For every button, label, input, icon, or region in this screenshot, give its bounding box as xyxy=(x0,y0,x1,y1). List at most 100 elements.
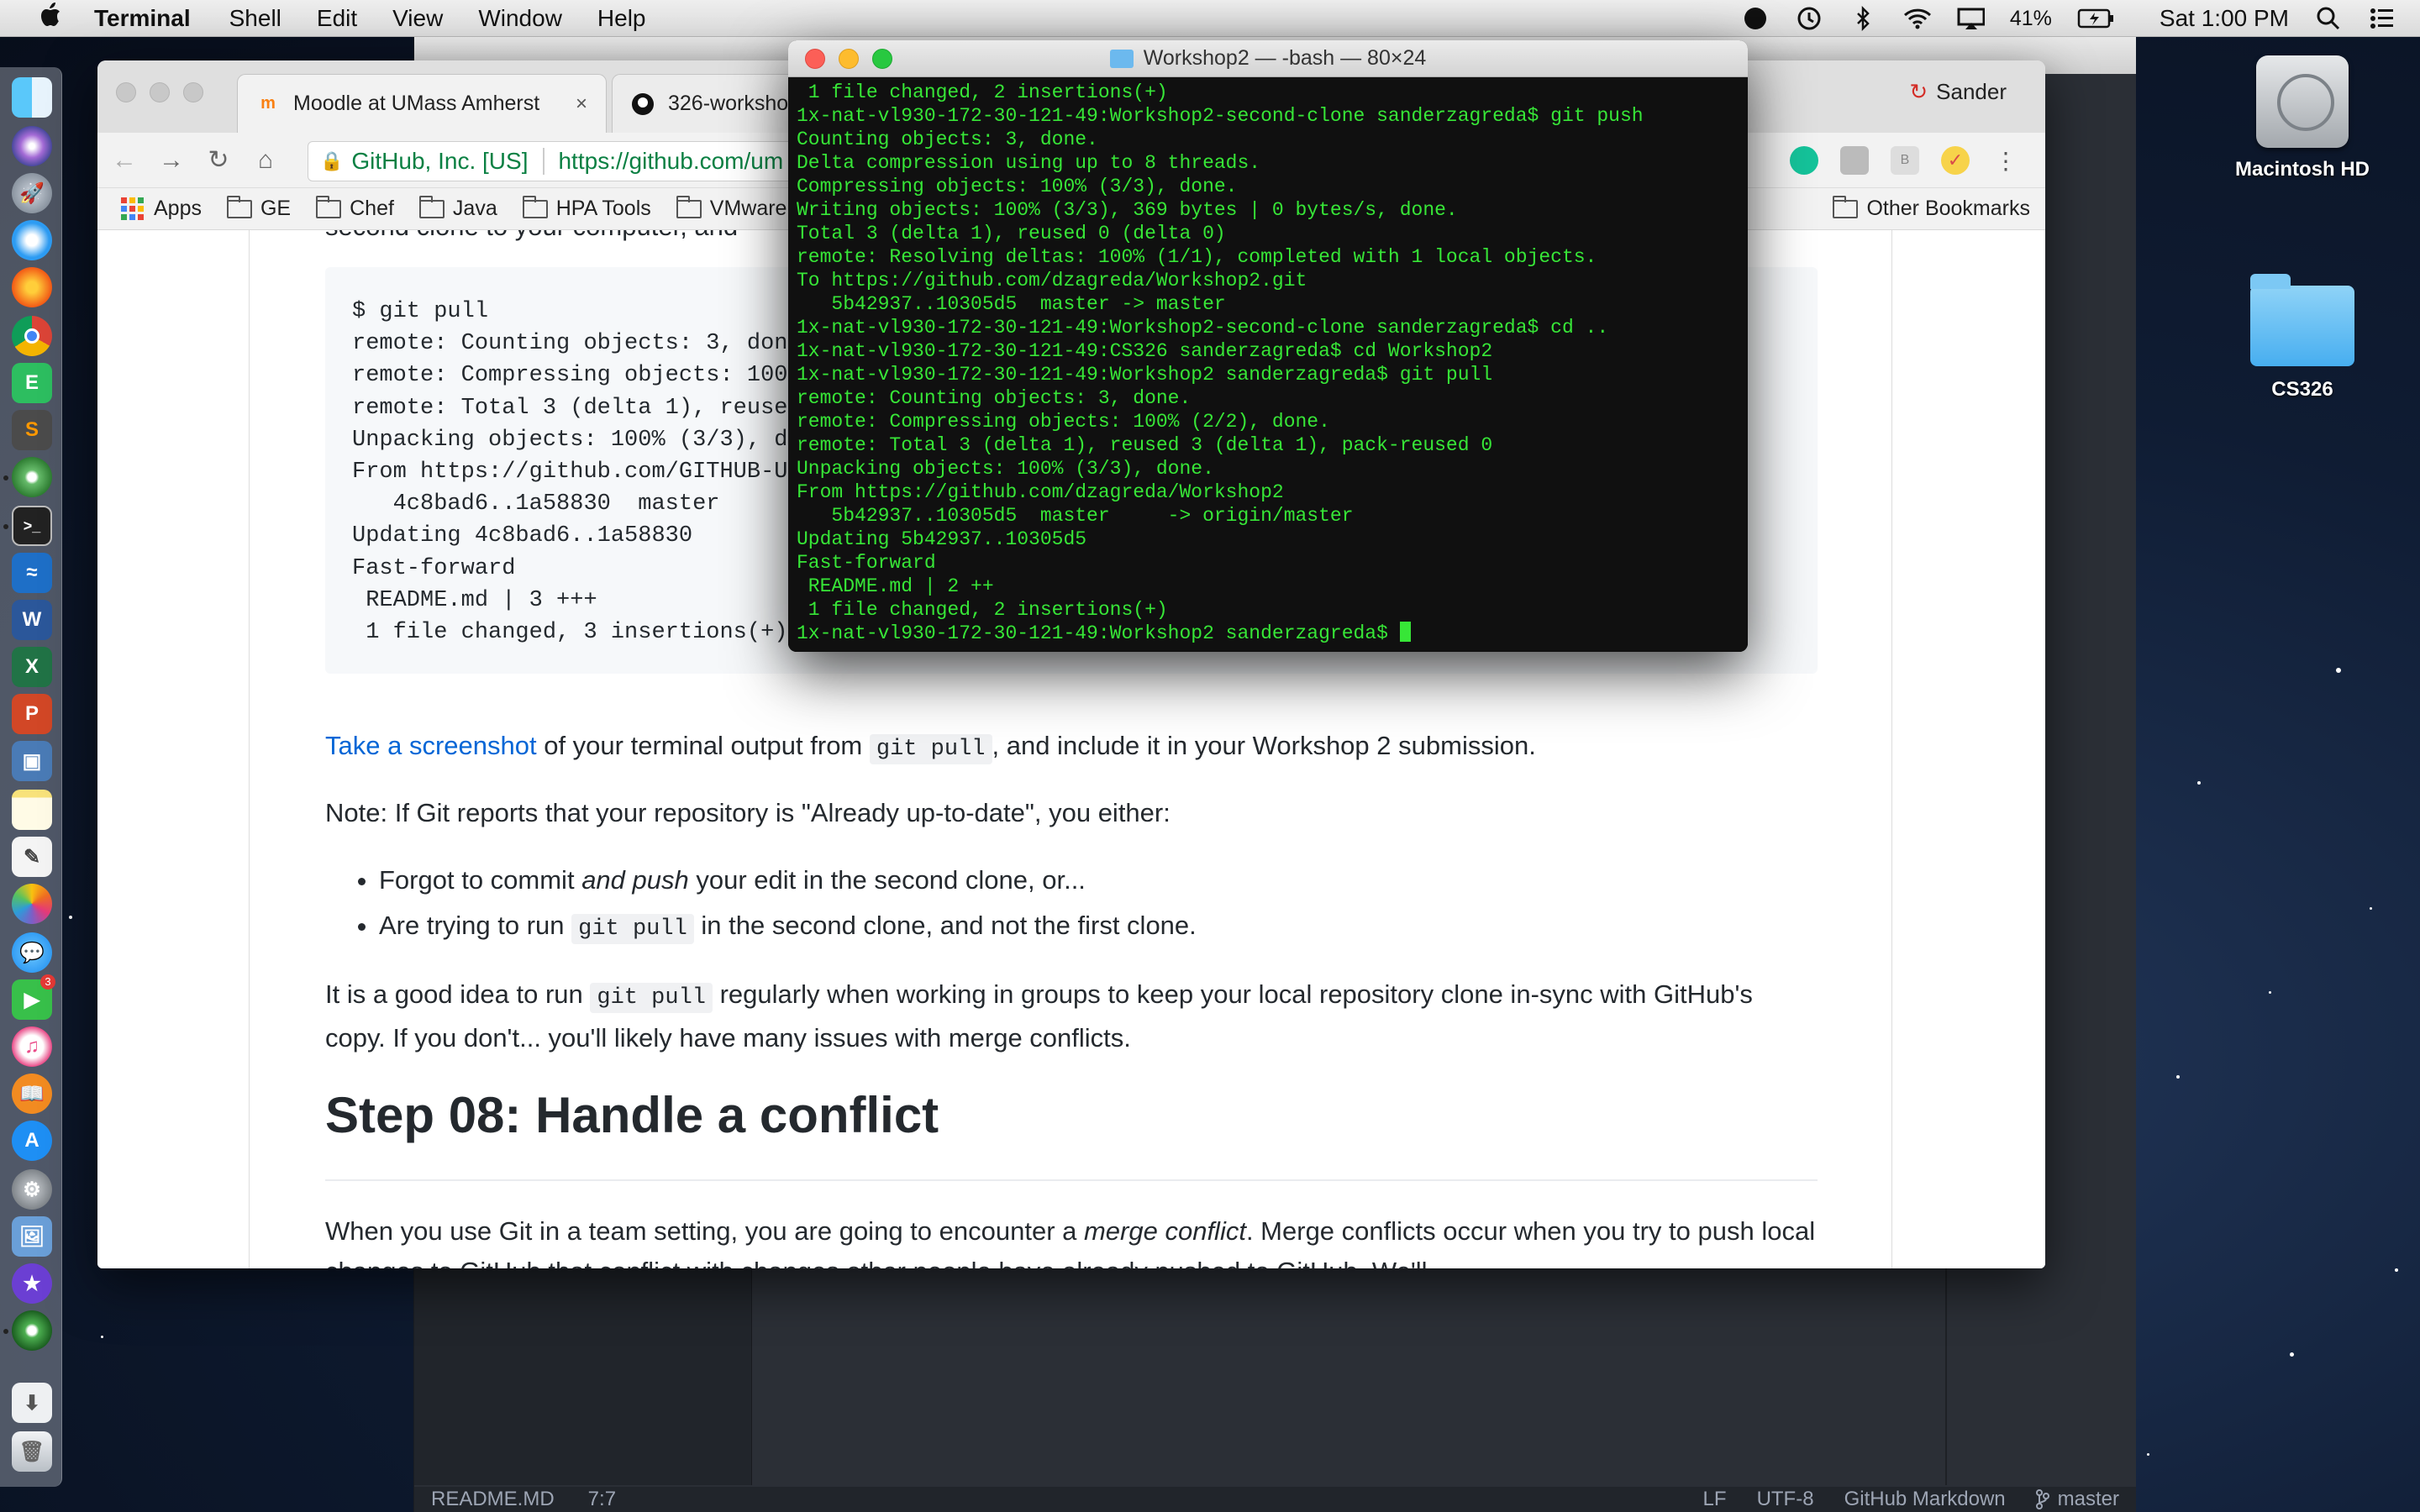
status-branch-name: master xyxy=(2057,1488,2119,1510)
extension-icon[interactable]: B xyxy=(1891,146,1919,175)
bookmark-folder-vmware[interactable]: VMware xyxy=(676,195,786,221)
status-line-ending[interactable]: LF xyxy=(1703,1488,1727,1511)
menu-shell[interactable]: Shell xyxy=(229,5,281,32)
wifi-icon[interactable] xyxy=(1902,6,1931,31)
status-cursor-position[interactable]: 7:7 xyxy=(588,1488,616,1511)
bookmark-label: GE xyxy=(260,197,292,220)
bookmark-apps[interactable]: Apps xyxy=(121,197,202,221)
launchpad-icon[interactable]: 🚀 xyxy=(12,173,52,213)
list-item: Forgot to commit and push your edit in t… xyxy=(379,860,1197,900)
notes-icon[interactable] xyxy=(12,790,52,830)
spotlight-search-icon[interactable] xyxy=(2314,6,2343,31)
safari-icon[interactable] xyxy=(12,220,52,260)
minimize-button[interactable] xyxy=(150,82,170,102)
chrome-menu-icon[interactable]: ⋮ xyxy=(1991,146,2020,175)
itunes-icon[interactable]: ♫ xyxy=(12,1026,52,1067)
running-indicator xyxy=(3,524,8,529)
star xyxy=(2269,991,2271,994)
todoist-icon[interactable]: ✓ xyxy=(1941,146,1970,175)
menu-window[interactable]: Window xyxy=(478,5,562,32)
bookmark-folder-java[interactable]: Java xyxy=(418,195,497,221)
excel-icon[interactable]: X xyxy=(12,647,52,687)
terminal-line: Writing objects: 100% (3/3), 369 bytes |… xyxy=(797,199,1458,221)
take-screenshot-link[interactable]: Take a screenshot xyxy=(325,731,537,760)
menu-clock[interactable]: Sat 1:00 PM xyxy=(2160,5,2289,32)
photos-icon[interactable] xyxy=(12,884,52,924)
airplay-icon[interactable] xyxy=(1956,6,1985,31)
imovie-icon[interactable]: ★ xyxy=(12,1263,52,1304)
folder-icon xyxy=(1109,49,1134,68)
sublime-text-icon[interactable]: S xyxy=(12,410,52,450)
trash-icon[interactable]: 🗑 xyxy=(12,1431,52,1472)
desktop-icon-cs326[interactable]: CS326 xyxy=(2218,269,2386,402)
extension-icon[interactable] xyxy=(1840,146,1869,175)
messages-icon[interactable]: 💬 xyxy=(12,932,52,973)
finder-icon[interactable] xyxy=(12,77,52,118)
home-icon[interactable]: ⌂ xyxy=(242,146,289,175)
terminal-line: 1 file changed, 2 insertions(+) xyxy=(797,81,1168,103)
menu-help[interactable]: Help xyxy=(597,5,646,32)
status-grammar[interactable]: GitHub Markdown xyxy=(1844,1488,2006,1511)
firefox-icon[interactable] xyxy=(12,267,52,307)
terminal-line: From https://github.com/dzagreda/Worksho… xyxy=(797,481,1284,503)
reload-icon[interactable]: ↻ xyxy=(195,145,242,175)
minimize-button[interactable] xyxy=(839,49,859,69)
textedit-icon[interactable]: ✎ xyxy=(12,837,52,877)
note-paragraph: Note: If Git reports that your repositor… xyxy=(325,798,1171,827)
terminal-icon[interactable]: >_ xyxy=(12,506,52,546)
siri-icon[interactable] xyxy=(12,126,52,166)
bookmark-folder-hpa-tools[interactable]: HPA Tools xyxy=(522,195,651,221)
terminal-titlebar[interactable]: Workshop2 — -bash — 80×24 xyxy=(788,40,1748,77)
bookmark-other-bookmarks[interactable]: Other Bookmarks xyxy=(1833,195,2030,221)
ibooks-icon[interactable]: 📖 xyxy=(12,1074,52,1114)
back-icon[interactable]: ← xyxy=(101,146,148,175)
tab-close-icon[interactable]: × xyxy=(576,92,587,116)
close-button[interactable] xyxy=(805,49,825,69)
apple-menu-icon[interactable] xyxy=(32,2,69,34)
virtualbox-icon[interactable]: ▣ xyxy=(12,741,52,781)
openoffice-icon[interactable]: ≈ xyxy=(12,553,52,593)
tab-moodle[interactable]: m Moodle at UMass Amherst × xyxy=(237,74,607,133)
atom-beta-icon[interactable] xyxy=(12,1310,52,1351)
app-store-icon[interactable]: A xyxy=(12,1121,52,1161)
terminal-line: 1 file changed, 2 insertions(+) xyxy=(797,599,1168,621)
status-menu-icon[interactable] xyxy=(1741,6,1770,31)
evernote-icon[interactable]: E xyxy=(12,363,52,403)
powerpoint-icon[interactable]: P xyxy=(12,694,52,734)
star xyxy=(2370,907,2372,910)
menu-app-name[interactable]: Terminal xyxy=(94,5,191,32)
profile-name: Sander xyxy=(1936,79,2007,104)
profile-button[interactable]: ↻ Sander xyxy=(1909,79,2007,105)
word-icon[interactable]: W xyxy=(12,600,52,640)
close-button[interactable] xyxy=(116,82,136,102)
time-machine-icon[interactable] xyxy=(1795,6,1823,31)
zoom-button[interactable] xyxy=(872,49,892,69)
atom-icon[interactable] xyxy=(12,457,52,497)
cut-off-paragraph: second clone to your computer, and xyxy=(325,230,738,247)
status-file-name[interactable]: README.MD xyxy=(431,1488,555,1511)
preview-icon[interactable]: 🖼 xyxy=(12,1216,52,1257)
forward-icon[interactable]: → xyxy=(148,146,195,175)
terminal-line: 1x-nat-vl930-172-30-121-49:Workshop2-sec… xyxy=(797,105,1644,127)
notification-center-icon[interactable] xyxy=(2368,6,2396,31)
text: of your terminal output from xyxy=(536,731,870,760)
status-encoding[interactable]: UTF-8 xyxy=(1757,1488,1814,1511)
downloads-stack-icon[interactable]: ⬇ xyxy=(12,1383,52,1423)
terminal-output[interactable]: 1 file changed, 2 insertions(+) 1x-nat-vl… xyxy=(788,77,1748,652)
battery-icon[interactable] xyxy=(2077,6,2114,31)
bluetooth-icon[interactable] xyxy=(1849,6,1877,31)
bookmark-folder-chef[interactable]: Chef xyxy=(316,195,394,221)
status-git-branch[interactable]: master xyxy=(2035,1488,2119,1511)
bookmark-label: Chef xyxy=(350,197,394,220)
folder-icon xyxy=(1833,195,1859,218)
menu-edit[interactable]: Edit xyxy=(317,5,357,32)
system-preferences-icon[interactable]: ⚙ xyxy=(12,1169,52,1210)
menu-view[interactable]: View xyxy=(392,5,443,32)
text: Are trying to run xyxy=(379,911,572,940)
zoom-button[interactable] xyxy=(183,82,203,102)
desktop-icon-macintosh-hd[interactable]: Macintosh HD xyxy=(2218,55,2386,181)
star xyxy=(2197,781,2201,785)
chrome-icon[interactable] xyxy=(12,316,52,356)
bookmark-folder-ge[interactable]: GE xyxy=(226,195,292,221)
grammarly-icon[interactable] xyxy=(1790,146,1818,175)
